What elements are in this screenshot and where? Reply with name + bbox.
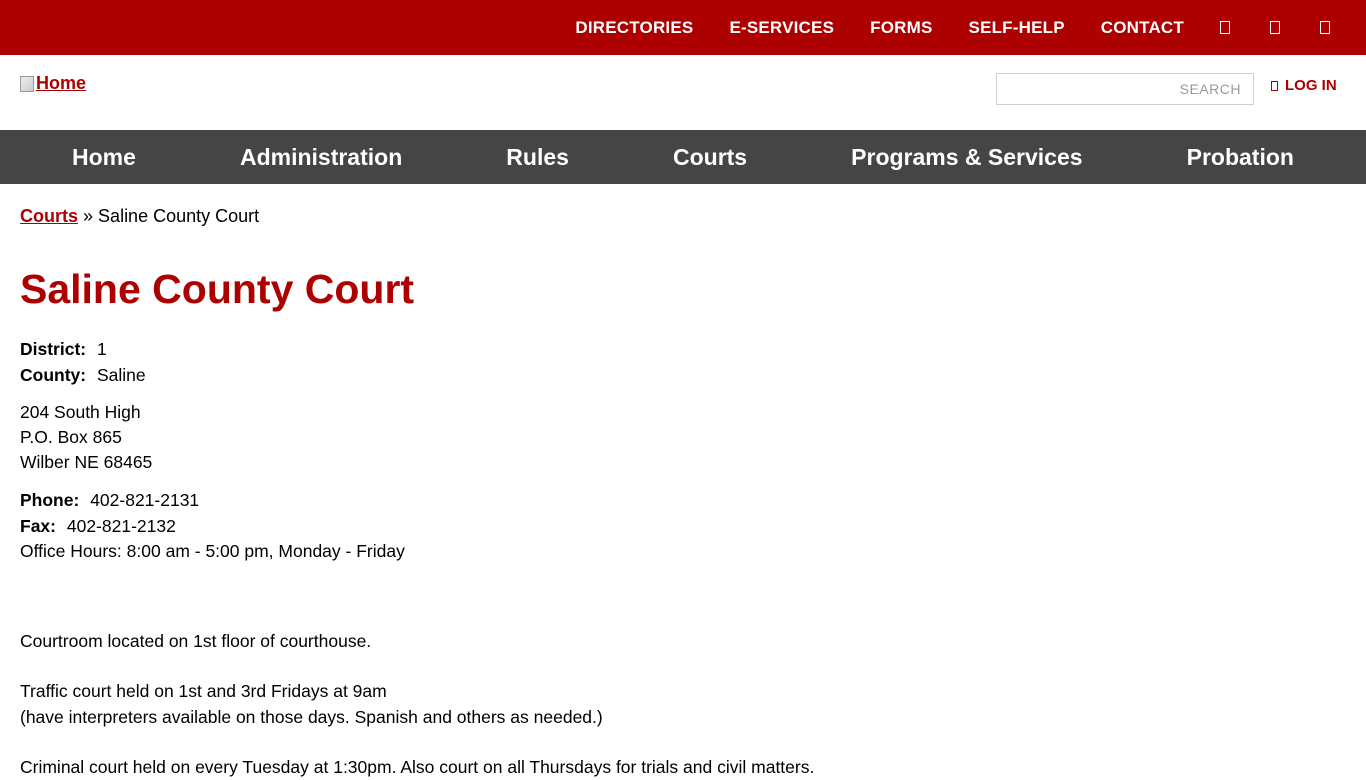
breadcrumb: Courts » Saline County Court — [20, 206, 1346, 227]
county-value: Saline — [96, 365, 146, 385]
county-field: County: Saline — [20, 362, 1346, 388]
nav-probation[interactable]: Probation — [1187, 144, 1294, 171]
courtroom-note: Courtroom located on 1st floor of courth… — [20, 631, 372, 651]
main-content: Courts » Saline County Court Saline Coun… — [0, 184, 1366, 780]
forms-link[interactable]: FORMS — [870, 18, 932, 38]
nav-courts[interactable]: Courts — [673, 144, 747, 171]
phone-label: Phone: — [20, 490, 80, 510]
e-services-link[interactable]: E-SERVICES — [729, 18, 834, 38]
address-line: Wilber NE 68465 — [20, 452, 153, 472]
top-utility-bar: DIRECTORIES E-SERVICES FORMS SELF-HELP C… — [0, 0, 1366, 55]
login-label: LOG IN — [1285, 77, 1337, 94]
search-input[interactable] — [996, 73, 1254, 105]
directories-link[interactable]: DIRECTORIES — [575, 18, 693, 38]
nav-administration[interactable]: Administration — [240, 144, 402, 171]
contact-link[interactable]: CONTACT — [1101, 18, 1184, 38]
address-line: 204 South High — [20, 402, 141, 422]
nav-rules[interactable]: Rules — [506, 144, 569, 171]
address-line: P.O. Box 865 — [20, 427, 122, 447]
traffic-court-line: Traffic court held on 1st and 3rd Friday… — [20, 681, 387, 701]
district-label: District: — [20, 339, 87, 359]
district-field: District: 1 — [20, 336, 1346, 362]
self-help-link[interactable]: SELF-HELP — [969, 18, 1065, 38]
interpreter-note: (have interpreters available on those da… — [20, 707, 603, 727]
broken-image-icon — [20, 75, 34, 92]
nav-programs-services[interactable]: Programs & Services — [851, 144, 1082, 171]
office-hours: Office Hours: 8:00 am - 5:00 pm, Monday … — [20, 541, 405, 561]
nav-home[interactable]: Home — [72, 144, 136, 171]
login-link[interactable]: LOG IN — [1271, 77, 1337, 94]
facebook-icon[interactable] — [1220, 21, 1230, 34]
address-block: 204 South High P.O. Box 865 Wilber NE 68… — [20, 400, 1346, 475]
page-title: Saline County Court — [20, 266, 415, 312]
main-navigation: Home Administration Rules Courts Program… — [0, 130, 1366, 184]
phone-value: 402-821-2131 — [90, 490, 200, 510]
twitter-icon[interactable] — [1270, 21, 1280, 34]
fax-field: Fax: 402-821-2132 — [20, 513, 1346, 539]
breadcrumb-separator: » — [83, 206, 94, 226]
county-label: County: — [20, 365, 87, 385]
criminal-court-line: Criminal court held on every Tuesday at … — [20, 757, 815, 777]
lock-icon — [1271, 80, 1278, 91]
site-header: Home LOG IN — [0, 55, 1366, 130]
contact-block: Phone: 402-821-2131 Fax: 402-821-2132 Of… — [20, 487, 1346, 564]
fax-value: 402-821-2132 — [66, 516, 176, 536]
home-logo-link[interactable]: Home — [20, 73, 86, 94]
breadcrumb-current: Saline County Court — [98, 206, 260, 226]
phone-field: Phone: 402-821-2131 — [20, 487, 1346, 513]
fax-label: Fax: — [20, 516, 56, 536]
logo-alt-text: Home — [36, 73, 87, 93]
breadcrumb-courts-link[interactable]: Courts — [20, 206, 78, 226]
youtube-icon[interactable] — [1320, 21, 1330, 34]
district-value: 1 — [97, 339, 107, 359]
